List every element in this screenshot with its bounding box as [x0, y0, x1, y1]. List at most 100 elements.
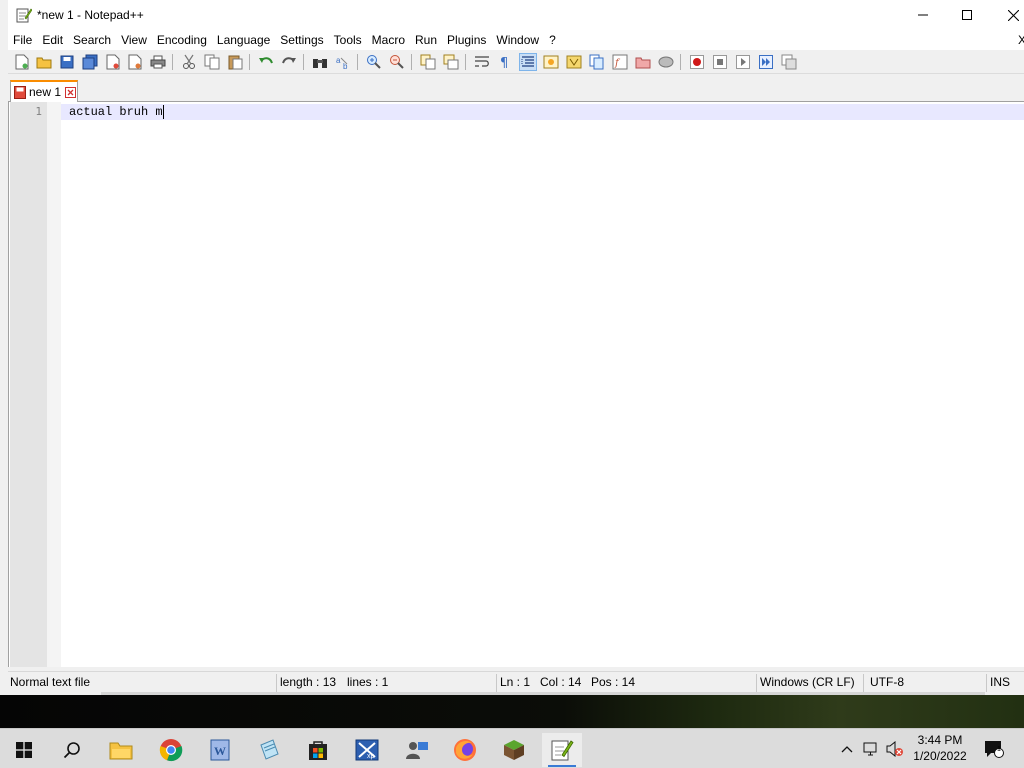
- cut-button[interactable]: [180, 53, 198, 71]
- editor-area[interactable]: 1 actual bruh m: [8, 102, 1024, 667]
- monitoring-button[interactable]: [657, 53, 675, 71]
- taskbar-word[interactable]: W: [200, 733, 240, 767]
- stop-macro-button[interactable]: [711, 53, 729, 71]
- maximize-button[interactable]: [944, 0, 990, 30]
- notepadpp-icon: [551, 740, 574, 761]
- close-all-button[interactable]: [126, 53, 144, 71]
- close-file-icon: [106, 54, 120, 70]
- tab-new-1[interactable]: new 1: [10, 80, 78, 102]
- taskbar-minecraft[interactable]: [494, 733, 534, 767]
- open-file-button[interactable]: [35, 53, 53, 71]
- sync-vertical-button[interactable]: [419, 53, 437, 71]
- svg-text:¶: ¶: [500, 56, 508, 69]
- tray-volume[interactable]: [886, 739, 904, 759]
- notepad-icon: [260, 739, 279, 760]
- binoculars-icon: [313, 59, 327, 68]
- horizontal-scrollbar[interactable]: [101, 692, 985, 695]
- taskbar-people[interactable]: [397, 733, 437, 767]
- menu-edit[interactable]: Edit: [37, 30, 68, 50]
- toolbar-separator: [680, 54, 681, 70]
- menu-run[interactable]: Run: [410, 30, 442, 50]
- taskbar-search-button[interactable]: [52, 733, 92, 767]
- title-bar[interactable]: *new 1 - Notepad++: [8, 0, 1024, 30]
- redo-button[interactable]: [280, 53, 298, 71]
- menu-file[interactable]: File: [8, 30, 37, 50]
- status-length: length : 13: [280, 675, 337, 689]
- menubar-close-doc[interactable]: X: [1018, 33, 1024, 47]
- paste-button[interactable]: [226, 53, 244, 71]
- play-macro-button[interactable]: [734, 53, 752, 71]
- status-encoding[interactable]: UTF-8: [868, 672, 904, 694]
- find-button[interactable]: [311, 53, 329, 71]
- define-language-button[interactable]: [542, 53, 560, 71]
- menu-window[interactable]: Window: [491, 30, 544, 50]
- copy-button[interactable]: [203, 53, 221, 71]
- editor-line[interactable]: actual bruh m: [69, 104, 164, 120]
- sync-horizontal-icon: [443, 54, 459, 70]
- tray-network[interactable]: [862, 739, 880, 759]
- start-button[interactable]: [4, 733, 44, 767]
- status-divider: [863, 674, 864, 692]
- indent-guide-icon: [521, 56, 534, 67]
- scissors-icon: [183, 54, 195, 69]
- taskbar-chrome[interactable]: [151, 733, 191, 767]
- taskbar-file-explorer[interactable]: [101, 733, 141, 767]
- menu-bar: File Edit Search View Encoding Language …: [8, 30, 1024, 50]
- close-file-button[interactable]: [104, 53, 122, 71]
- status-pos: Pos : 14: [591, 675, 636, 689]
- save-macro-button[interactable]: [780, 53, 798, 71]
- run-macro-multiple-button[interactable]: [757, 53, 775, 71]
- menu-help[interactable]: ?: [544, 30, 561, 50]
- sync-horizontal-button[interactable]: [442, 53, 460, 71]
- menu-plugins[interactable]: Plugins: [442, 30, 491, 50]
- close-button[interactable]: [990, 0, 1024, 30]
- menu-tools[interactable]: Tools: [329, 30, 367, 50]
- folder-button[interactable]: [634, 53, 652, 71]
- folder-as-workspace-button[interactable]: f: [611, 53, 629, 71]
- save-button[interactable]: [58, 53, 76, 71]
- taskbar-notepad[interactable]: [249, 733, 289, 767]
- word-wrap-button[interactable]: [473, 53, 491, 71]
- save-all-button[interactable]: [81, 53, 99, 71]
- menu-view[interactable]: View: [116, 30, 152, 50]
- open-folder-icon: [36, 57, 52, 69]
- indent-guide-button[interactable]: [519, 53, 537, 71]
- toolbar: ab ¶ f: [8, 50, 1024, 74]
- minimize-button[interactable]: [900, 0, 946, 30]
- word-wrap-icon: [475, 56, 489, 67]
- show-all-chars-button[interactable]: ¶: [496, 53, 514, 71]
- new-file-icon: [15, 54, 29, 70]
- xp-vm-icon: xp: [355, 739, 379, 761]
- tray-clock[interactable]: 3:44 PM 1/20/2022: [908, 732, 972, 766]
- function-list-button[interactable]: [588, 53, 606, 71]
- new-file-button[interactable]: [13, 53, 31, 71]
- tray-show-hidden-button[interactable]: [838, 739, 856, 759]
- zoom-in-icon: [367, 55, 381, 69]
- document-map-button[interactable]: [565, 53, 583, 71]
- notification-center-button[interactable]: 1: [983, 739, 1005, 759]
- status-insert-mode[interactable]: INS: [988, 672, 1010, 694]
- firefox-icon: [454, 739, 476, 761]
- menu-language[interactable]: Language: [212, 30, 275, 50]
- record-macro-button[interactable]: [688, 53, 706, 71]
- fold-margin[interactable]: [47, 102, 61, 667]
- zoom-out-button[interactable]: [388, 53, 406, 71]
- menu-encoding[interactable]: Encoding: [152, 30, 212, 50]
- tab-close-icon[interactable]: [65, 86, 77, 98]
- replace-button[interactable]: ab: [334, 53, 352, 71]
- menu-macro[interactable]: Macro: [367, 30, 410, 50]
- zoom-in-button[interactable]: [365, 53, 383, 71]
- taskbar-firefox[interactable]: [445, 733, 485, 767]
- status-bar: Normal text file length : 13 lines : 1 L…: [8, 671, 1024, 693]
- taskbar-store[interactable]: [298, 733, 338, 767]
- toolbar-separator: [411, 54, 412, 70]
- menu-search[interactable]: Search: [68, 30, 116, 50]
- status-eol[interactable]: Windows (CR LF): [758, 672, 855, 694]
- print-button[interactable]: [149, 53, 167, 71]
- undo-button[interactable]: [257, 53, 275, 71]
- status-divider: [276, 674, 277, 692]
- menu-settings[interactable]: Settings: [275, 30, 328, 50]
- taskbar-xp-vm[interactable]: xp: [347, 733, 387, 767]
- taskbar-notepadpp[interactable]: [542, 733, 582, 767]
- text-caret: [162, 104, 164, 119]
